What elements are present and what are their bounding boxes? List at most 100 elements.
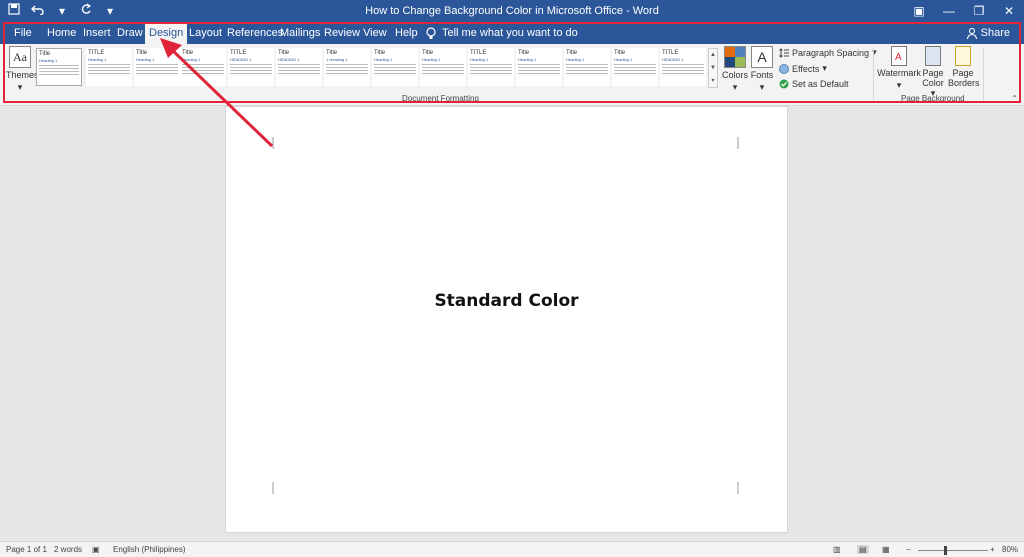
style-thumb-text-line	[470, 70, 512, 71]
tab-layout[interactable]: Layout	[185, 22, 226, 44]
share-button[interactable]: Share	[966, 22, 1010, 44]
fonts-label: Fonts	[750, 70, 774, 80]
ribbon: Aa Themes ▾ Title Heading 1 TITLE Heading 1…	[0, 44, 1024, 106]
style-thumb-text-line	[614, 64, 656, 65]
style-thumb-text-line	[182, 67, 224, 68]
style-set-thumbnail[interactable]: Title Heading 1	[180, 48, 226, 86]
style-thumb-title: Title	[136, 50, 148, 56]
style-thumb-heading: Heading 1	[518, 57, 537, 62]
paragraph-spacing-button[interactable]: Paragraph Spacing ▾	[779, 47, 877, 58]
tab-help[interactable]: Help	[391, 22, 422, 44]
style-thumb-text-line	[566, 70, 608, 71]
close-icon[interactable]: ✕	[994, 0, 1024, 22]
style-set-thumbnail[interactable]: Title Heading 1	[612, 48, 658, 86]
word-count[interactable]: 2 words	[54, 545, 82, 554]
style-thumb-text-line	[614, 67, 656, 68]
style-set-thumbnail[interactable]: Title HEADING 1	[276, 48, 322, 86]
style-set-thumbnail[interactable]: Title Heading 1	[564, 48, 610, 86]
zoom-level[interactable]: 80%	[1002, 545, 1018, 554]
tab-home[interactable]: Home	[43, 22, 80, 44]
window-controls: ▣ — ❐ ✕	[904, 0, 1024, 22]
style-thumb-text-line	[470, 64, 512, 65]
style-thumb-text-line	[39, 74, 79, 75]
tab-review[interactable]: Review	[320, 22, 364, 44]
style-thumb-title: Title	[614, 50, 626, 56]
watermark-button[interactable]: A Watermark ▾	[877, 46, 921, 91]
style-thumb-text-line	[278, 67, 320, 68]
language[interactable]: English (Philippines)	[113, 545, 185, 554]
style-set-thumbnail[interactable]: Title Heading 1	[516, 48, 562, 86]
style-thumb-text-line	[326, 64, 368, 65]
style-thumb-text-line	[662, 67, 704, 68]
zoom-in-icon[interactable]: +	[990, 545, 995, 554]
themes-dropdown-icon: ▾	[17, 82, 23, 92]
zoom-slider[interactable]	[918, 546, 988, 555]
paragraph-spacing-label: Paragraph Spacing	[792, 47, 870, 58]
page-count[interactable]: Page 1 of 1	[6, 545, 47, 554]
style-set-thumbnail[interactable]: Title Heading 1	[420, 48, 466, 86]
style-set-thumbnail[interactable]: Title Heading 1	[36, 48, 82, 86]
style-thumb-text-line	[230, 64, 272, 65]
svg-text:A: A	[895, 52, 902, 63]
page-color-button[interactable]: Page Color ▾	[920, 46, 946, 99]
zoom-out-icon[interactable]: −	[906, 545, 911, 554]
tab-design[interactable]: Design	[145, 22, 188, 44]
style-thumb-text-line	[278, 64, 320, 65]
colors-button[interactable]: Colors ▾	[722, 46, 748, 93]
style-set-thumbnail[interactable]: Title Heading 1	[134, 48, 180, 86]
collapse-ribbon-icon[interactable]: ⌃	[1011, 94, 1018, 103]
style-thumb-text-line	[374, 73, 416, 74]
tab-view[interactable]: View	[359, 22, 391, 44]
style-thumb-text-line	[182, 64, 224, 65]
set-as-default-label: Set as Default	[792, 79, 849, 89]
document-page[interactable]: Standard Color	[225, 106, 788, 533]
style-thumb-text-line	[566, 64, 608, 65]
tab-mailings[interactable]: Mailings	[276, 22, 324, 44]
style-thumb-text-line	[470, 73, 512, 74]
page-color-label-1: Page	[922, 68, 944, 78]
restore-icon[interactable]: ❐	[964, 0, 994, 22]
effects-button[interactable]: Effects ▾	[779, 63, 827, 74]
ribbon-display-options-icon[interactable]: ▣	[904, 0, 934, 22]
document-area[interactable]: Standard Color	[0, 106, 1024, 541]
style-thumb-title: TITLE	[662, 50, 679, 56]
style-thumb-text-line	[39, 68, 79, 69]
style-set-thumbnail[interactable]: TITLE Heading 1	[86, 48, 132, 86]
watermark-dropdown-icon: ▾	[896, 80, 902, 90]
margin-corner-bottom-right	[737, 482, 739, 494]
style-thumb-text-line	[136, 67, 178, 68]
style-thumb-heading: Heading 1	[39, 58, 58, 63]
tab-insert[interactable]: Insert	[79, 22, 115, 44]
gallery-up-icon[interactable]: ▲	[709, 49, 717, 62]
read-mode-icon[interactable]: ▥	[833, 545, 841, 554]
gallery-more-icon[interactable]: ▾	[709, 75, 717, 88]
style-set-thumbnail[interactable]: Title 1 Heading 1	[324, 48, 370, 86]
style-set-thumbnail[interactable]: TITLE Heading 1	[468, 48, 514, 86]
gallery-down-icon[interactable]: ▼	[709, 62, 717, 75]
page-borders-button[interactable]: Page Borders	[948, 46, 980, 88]
document-body-text[interactable]: Standard Color	[226, 291, 787, 311]
tell-me-search[interactable]: Tell me what you want to do	[426, 22, 578, 44]
page-background-label: Page Background	[901, 94, 965, 103]
proofing-icon[interactable]: ▣	[92, 545, 100, 554]
tab-draw[interactable]: Draw	[113, 22, 147, 44]
tab-file[interactable]: File	[10, 22, 36, 44]
themes-button[interactable]: Aa Themes ▾	[6, 46, 39, 93]
style-thumb-text-line	[614, 70, 656, 71]
minimize-icon[interactable]: —	[934, 0, 964, 22]
web-layout-icon[interactable]: ▦	[882, 545, 890, 554]
print-layout-icon[interactable]: ▤	[857, 545, 869, 554]
style-set-thumbnail[interactable]: TITLE HEADING 1	[228, 48, 274, 86]
style-set-thumbnail[interactable]: Title Heading 1	[372, 48, 418, 86]
zoom-slider-thumb[interactable]	[944, 546, 947, 555]
style-thumb-text-line	[278, 73, 320, 74]
style-thumb-title: Title	[518, 50, 530, 56]
set-as-default-button[interactable]: Set as Default	[779, 79, 849, 89]
gallery-scroll[interactable]: ▲ ▼ ▾	[708, 48, 718, 88]
fonts-button[interactable]: A Fonts ▾	[750, 46, 774, 93]
style-set-thumbnail[interactable]: TITLE HEADING 1	[660, 48, 706, 86]
style-thumb-text-line	[470, 67, 512, 68]
style-thumb-text-line	[518, 64, 560, 65]
style-thumb-heading: 1 Heading 1	[326, 57, 348, 62]
style-thumb-heading: Heading 1	[566, 57, 585, 62]
